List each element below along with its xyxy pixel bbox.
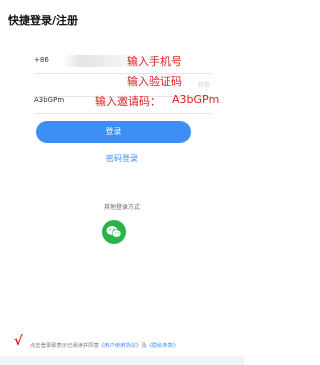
annotation-invite-label: 输入邀请码： bbox=[95, 95, 161, 108]
page-title: 快捷登录/注册 bbox=[8, 14, 79, 27]
agreement-checkbox[interactable]: √ bbox=[14, 334, 23, 349]
get-code-button[interactable]: 获取 bbox=[198, 80, 210, 89]
phone-field[interactable]: +86 bbox=[34, 51, 212, 74]
agreement-prefix: 点击登录即表示已阅读并同意 bbox=[30, 343, 99, 349]
annotation-invite-code: A3bGPm bbox=[172, 93, 220, 106]
login-button[interactable]: 登录 bbox=[36, 121, 191, 143]
country-code[interactable]: +86 bbox=[34, 56, 49, 64]
agreement-row: √ 点击登录即表示已阅读并同意《用户使用协议》及《隐私条款》 bbox=[0, 334, 244, 352]
annotation-phone: 输入手机号 bbox=[127, 55, 182, 68]
privacy-link[interactable]: 《隐私条款》 bbox=[147, 343, 179, 349]
annotation-code: 输入验证码 bbox=[127, 75, 182, 88]
invite-input[interactable]: A3bGPm bbox=[34, 96, 64, 104]
user-agreement-link[interactable]: 《用户使用协议》 bbox=[99, 343, 141, 349]
other-login-label: 其他登录方式 bbox=[103, 204, 140, 211]
wechat-icon bbox=[106, 226, 122, 238]
agreement-text: 点击登录即表示已阅读并同意《用户使用协议》及《隐私条款》 bbox=[30, 341, 178, 349]
password-login-link[interactable]: 密码登录 bbox=[0, 153, 244, 164]
bottom-bar bbox=[0, 356, 244, 365]
wechat-login-button[interactable] bbox=[102, 220, 126, 244]
